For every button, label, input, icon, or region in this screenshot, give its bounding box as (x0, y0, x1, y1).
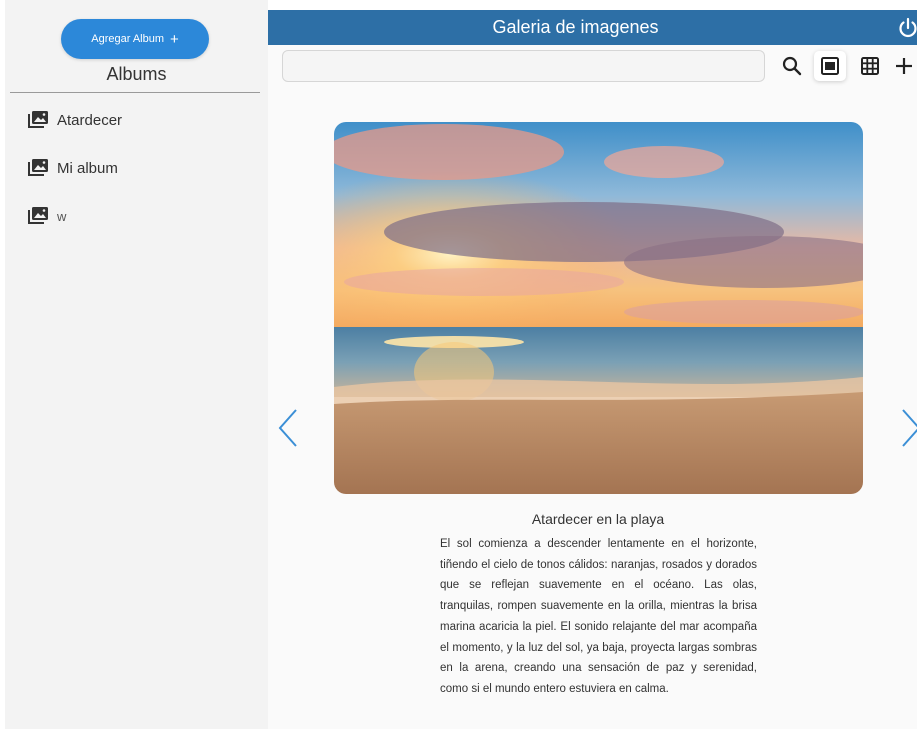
search-input[interactable] (282, 50, 765, 82)
sidebar: Agregar Album + Albums Atardecer Mi albu… (5, 0, 268, 729)
photo-album-icon (28, 111, 48, 128)
album-label: Atardecer (57, 111, 123, 129)
image-viewer: Atardecer en la playa El sol comienza a … (268, 89, 917, 729)
single-view-button[interactable] (814, 51, 846, 81)
single-view-icon (821, 57, 839, 75)
image-title: Atardecer en la playa (531, 511, 665, 527)
gallery-image[interactable] (334, 122, 863, 494)
albums-heading: Albums (106, 64, 167, 84)
grid-view-button[interactable] (857, 53, 883, 79)
photo-album-icon (28, 159, 48, 176)
album-label: Mi album (57, 159, 118, 177)
plus-icon: + (170, 30, 179, 48)
album-label: w (57, 208, 67, 224)
toolbar (268, 45, 917, 89)
grid-view-icon (861, 57, 879, 75)
image-description: El sol comienza a descender lentamente e… (440, 538, 757, 695)
page-title: Galeria de imagenes (492, 17, 659, 37)
next-arrow-icon[interactable] (899, 407, 917, 449)
power-icon[interactable] (897, 17, 917, 39)
previous-arrow-icon[interactable] (276, 407, 300, 449)
add-image-icon (896, 58, 912, 74)
add-image-button[interactable] (891, 53, 917, 79)
album-item-mi-album[interactable]: Mi album (27, 156, 122, 180)
album-list: Atardecer Mi album w (27, 108, 122, 252)
albums-divider (10, 92, 260, 93)
album-item-atardecer[interactable]: Atardecer (27, 108, 122, 132)
search-icon (782, 56, 802, 76)
photo-album-icon (28, 207, 48, 224)
album-item-w[interactable]: w (27, 204, 122, 228)
search-button[interactable] (779, 53, 805, 79)
add-album-button[interactable]: Agregar Album + (61, 19, 209, 59)
add-album-label: Agregar Album (91, 33, 164, 45)
app-header: Galeria de imagenes (268, 10, 917, 45)
